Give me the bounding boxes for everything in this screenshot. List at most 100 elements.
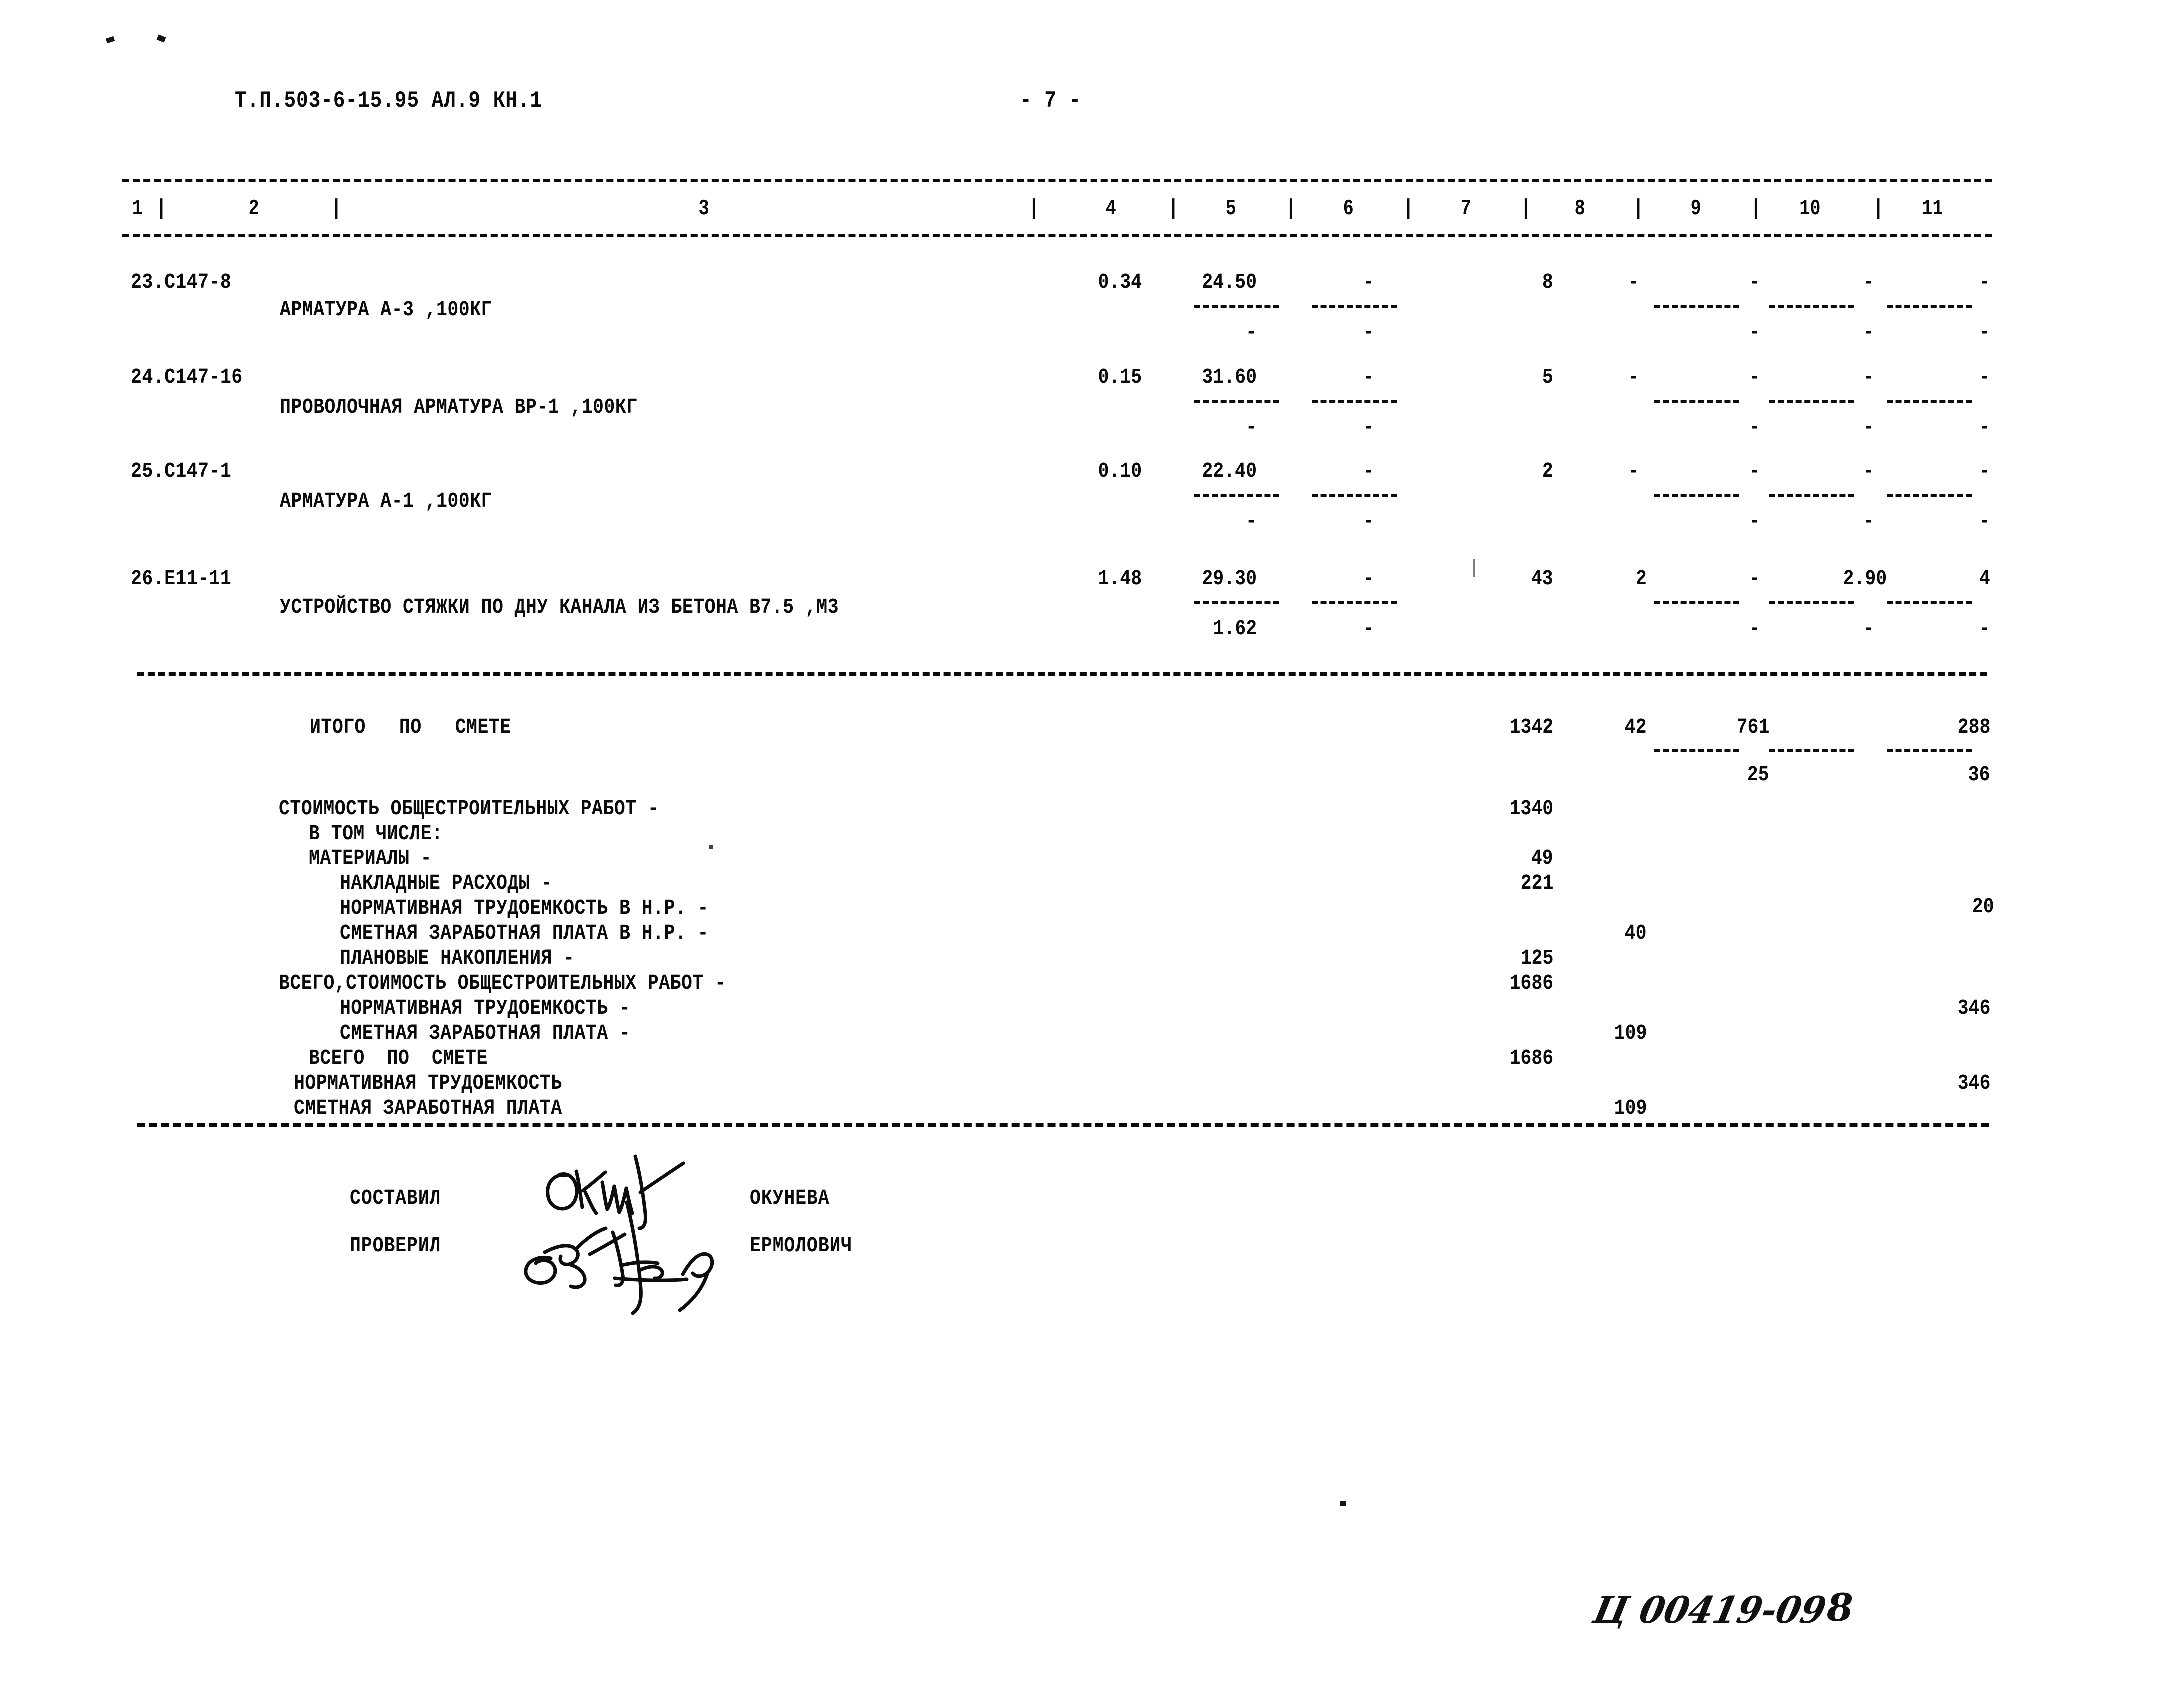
scan-speck: [156, 34, 166, 43]
column-header-11: 11: [1922, 196, 1943, 221]
summary-line-c11: 346: [1957, 996, 1990, 1020]
cell-c8: -: [1628, 365, 1639, 389]
archive-page-number: 8: [1827, 1585, 1853, 1630]
cell-sub-c5: -: [1246, 415, 1257, 439]
summary-line-c8: 40: [1625, 921, 1647, 945]
cell-c5: 31.60: [1202, 365, 1257, 389]
cell-c7: 8: [1542, 270, 1553, 294]
cell-c9: -: [1749, 365, 1760, 389]
total-underline: [1769, 749, 1854, 752]
summary-bottom-rule: [137, 1123, 1989, 1127]
scan-speck: [1340, 1501, 1346, 1506]
cell-c11: -: [1979, 270, 1990, 294]
column-sep: |: [1028, 196, 1039, 221]
cell-underline: [1887, 601, 1972, 604]
summary-line-label: ВСЕГО ПО СМЕТЕ: [309, 1046, 488, 1070]
table-top-rule: [122, 179, 1992, 182]
cell-c5: 24.50: [1202, 270, 1257, 294]
summary-line-c11: 20: [1972, 894, 1994, 919]
cell-c9: -: [1749, 459, 1760, 483]
cell-sub-c5: -: [1246, 509, 1257, 533]
cell-sub-c10: -: [1863, 320, 1874, 344]
checked-by-label: ПРОВЕРИЛ: [350, 1233, 441, 1258]
table-row-description: АРМАТУРА А-3 ,100КГ: [280, 297, 492, 322]
grand-total-sub-c9: 25: [1747, 762, 1769, 787]
cell-c7: 2: [1542, 459, 1553, 483]
compiled-by-name: ОКУНЕВА: [750, 1186, 830, 1210]
cell-underline: [1312, 601, 1397, 604]
cell-underline: [1769, 400, 1854, 403]
cell-c11: -: [1979, 365, 1990, 389]
summary-line-label: НОРМАТИВНАЯ ТРУДОЕМКОСТЬ В Н.Р. -: [340, 896, 709, 920]
cell-sub-c5: -: [1246, 320, 1257, 344]
column-header-10: 10: [1799, 196, 1821, 221]
table-row: 24.С147-16: [131, 365, 243, 389]
summary-line-c7: 1686: [1509, 971, 1553, 995]
grand-total-sub-c11: 36: [1968, 762, 1990, 787]
column-header-8: 8: [1574, 196, 1585, 221]
summary-line-label: В ТОМ ЧИСЛЕ:: [309, 821, 443, 845]
column-header-9: 9: [1690, 196, 1701, 221]
grand-total-c11: 288: [1957, 715, 1990, 739]
cell-c5: 22.40: [1202, 459, 1257, 483]
summary-line-c11: 346: [1957, 1071, 1990, 1095]
cell-underline: [1654, 400, 1739, 403]
total-underline: [1887, 749, 1972, 752]
total-underline: [1654, 749, 1739, 752]
cell-sub-c9: -: [1749, 415, 1760, 439]
cell-sub-c6: -: [1363, 616, 1374, 641]
table-row-description: АРМАТУРА А-1 ,100КГ: [280, 489, 492, 513]
column-sep: |: [331, 196, 342, 221]
cell-c4: 0.34: [1098, 270, 1142, 294]
summary-line-c8: 109: [1614, 1021, 1647, 1045]
cell-c6: -: [1363, 566, 1374, 591]
table-header-rule: [122, 234, 1992, 237]
cell-sub-c11: -: [1979, 415, 1990, 439]
grand-total-c9: 761: [1736, 715, 1769, 739]
cell-underline: [1654, 494, 1739, 497]
summary-line-label: ВСЕГО,СТОИМОСТЬ ОБЩЕСТРОИТЕЛЬНЫХ РАБОТ -: [279, 971, 726, 995]
summary-line-c7: 49: [1531, 846, 1553, 870]
cell-c7: 43: [1531, 566, 1553, 591]
cell-sub-c9: -: [1749, 509, 1760, 533]
table-row-description: ПРОВОЛОЧНАЯ АРМАТУРА ВР-1 ,100КГ: [280, 395, 638, 419]
cell-underline: [1194, 494, 1279, 497]
cell-c10: -: [1863, 365, 1874, 389]
cell-c9: -: [1749, 270, 1760, 294]
cell-c10: 2.90: [1843, 566, 1887, 591]
summary-line-label: МАТЕРИАЛЫ -: [309, 846, 432, 870]
column-sep: |: [156, 196, 167, 221]
cell-c9: -: [1749, 566, 1760, 591]
table-row: 26.Е11-11: [131, 566, 232, 591]
cell-c8: -: [1628, 270, 1639, 294]
grand-total-c8: 42: [1625, 715, 1647, 739]
summary-line-label: СМЕТНАЯ ЗАРАБОТНАЯ ПЛАТА -: [340, 1021, 631, 1045]
cell-c6: -: [1363, 459, 1374, 483]
summary-line-label: СМЕТНАЯ ЗАРАБОТНАЯ ПЛАТА: [294, 1096, 562, 1120]
summary-line-label: НОРМАТИВНАЯ ТРУДОЕМКОСТЬ: [294, 1071, 562, 1095]
cell-c4: 0.10: [1098, 459, 1142, 483]
scan-tick: [1473, 559, 1475, 577]
cell-sub-c11: -: [1979, 616, 1990, 641]
cell-c6: -: [1363, 270, 1374, 294]
cell-sub-c6: -: [1363, 509, 1374, 533]
cell-underline: [1769, 494, 1854, 497]
summary-line-label: ПЛАНОВЫЕ НАКОПЛЕНИЯ -: [340, 946, 575, 970]
column-sep: |: [1168, 196, 1179, 221]
cell-c10: -: [1863, 270, 1874, 294]
column-header-4: 4: [1105, 196, 1116, 221]
cell-underline: [1312, 305, 1397, 308]
cell-sub-c9: -: [1749, 320, 1760, 344]
summary-line-label: СМЕТНАЯ ЗАРАБОТНАЯ ПЛАТА В Н.Р. -: [340, 921, 709, 945]
table-row: 23.С147-8: [131, 270, 232, 294]
cell-underline: [1312, 494, 1397, 497]
signature-ermolovich: [524, 1200, 714, 1315]
column-sep: |: [1873, 196, 1884, 221]
table-row: 25.С147-1: [131, 459, 232, 483]
cell-c7: 5: [1542, 365, 1553, 389]
compiled-by-label: СОСТАВИЛ: [350, 1186, 441, 1210]
column-header-6: 6: [1343, 196, 1354, 221]
cell-c8: 2: [1636, 566, 1647, 591]
cell-underline: [1312, 400, 1397, 403]
cell-sub-c11: -: [1979, 320, 1990, 344]
